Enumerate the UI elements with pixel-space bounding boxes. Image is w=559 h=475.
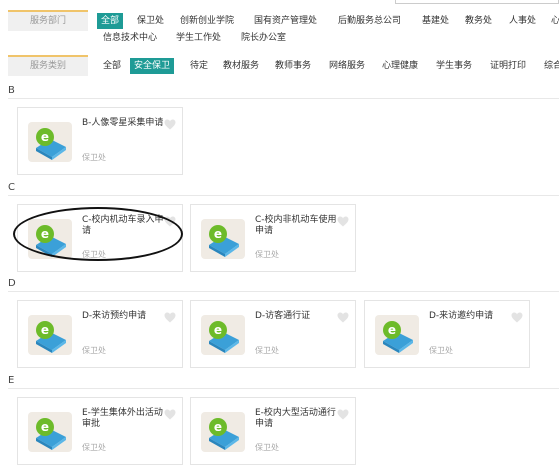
filter-label-type: 服务类别	[8, 55, 88, 76]
dept-option-academic[interactable]: 教务处	[461, 13, 496, 29]
app-icon: e	[28, 315, 72, 355]
card-dept: 保卫处	[255, 346, 279, 355]
type-option-general[interactable]: 综合	[540, 58, 559, 74]
card-title: C-校内非机动车使用申请	[255, 215, 337, 236]
heart-icon[interactable]	[337, 312, 349, 323]
svg-text:e: e	[388, 323, 396, 337]
service-card[interactable]: e C-校内非机动车使用申请 保卫处	[190, 204, 356, 272]
card-dept: 保卫处	[255, 250, 279, 259]
heart-icon[interactable]	[337, 409, 349, 420]
app-icon: e	[201, 219, 245, 259]
dept-option-hr[interactable]: 人事处	[505, 13, 540, 29]
dept-option-construction[interactable]: 基建处	[418, 13, 453, 29]
card-title: D-来访邀约申请	[429, 311, 494, 321]
section-divider	[8, 195, 559, 196]
card-dept: 保卫处	[255, 443, 279, 452]
section-divider	[8, 98, 559, 99]
card-dept: 保卫处	[82, 443, 106, 452]
card-title: C-校内机动车录入申请	[82, 215, 164, 236]
heart-icon[interactable]	[511, 312, 523, 323]
section-divider	[8, 388, 559, 389]
filter-label-dept: 服务部门	[8, 10, 88, 31]
dept-option-president[interactable]: 院长办公室	[237, 30, 290, 46]
dept-option-student[interactable]: 学生工作处	[172, 30, 225, 46]
type-option-certificate[interactable]: 证明打印	[486, 58, 530, 74]
app-icon: e	[375, 315, 419, 355]
dept-option-security[interactable]: 保卫处	[133, 13, 168, 29]
dept-option-logistics[interactable]: 后勤服务总公司	[334, 13, 405, 29]
service-card[interactable]: e C-校内机动车录入申请 保卫处	[17, 204, 183, 272]
svg-text:e: e	[41, 420, 49, 434]
svg-text:e: e	[41, 130, 49, 144]
type-option-psych[interactable]: 心理健康	[378, 58, 422, 74]
service-card[interactable]: e E-校内大型活动通行申请 保卫处	[190, 397, 356, 465]
svg-text:e: e	[214, 227, 222, 241]
dept-option-psych[interactable]: 心	[547, 13, 559, 29]
service-card[interactable]: e D-访客通行证 保卫处	[190, 300, 356, 368]
dept-option-all[interactable]: 全部	[97, 13, 124, 29]
section-letter-d: D	[8, 278, 16, 289]
type-option-teacher[interactable]: 教师事务	[271, 58, 315, 74]
app-icon: e	[28, 219, 72, 259]
section-letter-b: B	[8, 85, 15, 96]
dept-option-it[interactable]: 信息技术中心	[99, 30, 161, 46]
service-card[interactable]: e E-学生集体外出活动审批 保卫处	[17, 397, 183, 465]
heart-icon[interactable]	[337, 216, 349, 227]
card-title: D-访客通行证	[255, 311, 311, 321]
dept-option-innovation[interactable]: 创新创业学院	[176, 13, 238, 29]
svg-text:e: e	[41, 323, 49, 337]
app-icon: e	[201, 315, 245, 355]
type-option-network[interactable]: 网络服务	[325, 58, 369, 74]
section-divider	[8, 291, 559, 292]
card-title: B-人像零星采集申请	[82, 118, 164, 128]
heart-icon[interactable]	[164, 216, 176, 227]
svg-text:e: e	[41, 227, 49, 241]
type-option-safety[interactable]: 安全保卫	[130, 58, 175, 74]
type-option-student[interactable]: 学生事务	[432, 58, 476, 74]
type-option-textbook[interactable]: 教材服务	[219, 58, 263, 74]
dept-option-assets[interactable]: 国有资产管理处	[250, 13, 321, 29]
heart-icon[interactable]	[164, 119, 176, 130]
card-dept: 保卫处	[429, 346, 453, 355]
app-icon: e	[28, 122, 72, 162]
card-dept: 保卫处	[82, 153, 106, 162]
service-card[interactable]: e D-来访预约申请 保卫处	[17, 300, 183, 368]
top-border	[395, 0, 559, 4]
service-card[interactable]: e D-来访邀约申请 保卫处	[364, 300, 530, 368]
card-dept: 保卫处	[82, 346, 106, 355]
svg-text:e: e	[214, 323, 222, 337]
card-title: E-校内大型活动通行申请	[255, 408, 336, 429]
heart-icon[interactable]	[164, 312, 176, 323]
section-letter-c: C	[8, 182, 15, 193]
type-option-tbd[interactable]: 待定	[186, 58, 212, 74]
heart-icon[interactable]	[164, 409, 176, 420]
type-option-all[interactable]: 全部	[99, 58, 125, 74]
card-title: E-学生集体外出活动审批	[82, 408, 163, 429]
app-icon: e	[201, 412, 245, 452]
service-card[interactable]: e B-人像零星采集申请 保卫处	[17, 107, 183, 175]
card-title: D-来访预约申请	[82, 311, 147, 321]
card-dept: 保卫处	[82, 250, 106, 259]
app-icon: e	[28, 412, 72, 452]
svg-text:e: e	[214, 420, 222, 434]
section-letter-e: E	[8, 375, 15, 386]
